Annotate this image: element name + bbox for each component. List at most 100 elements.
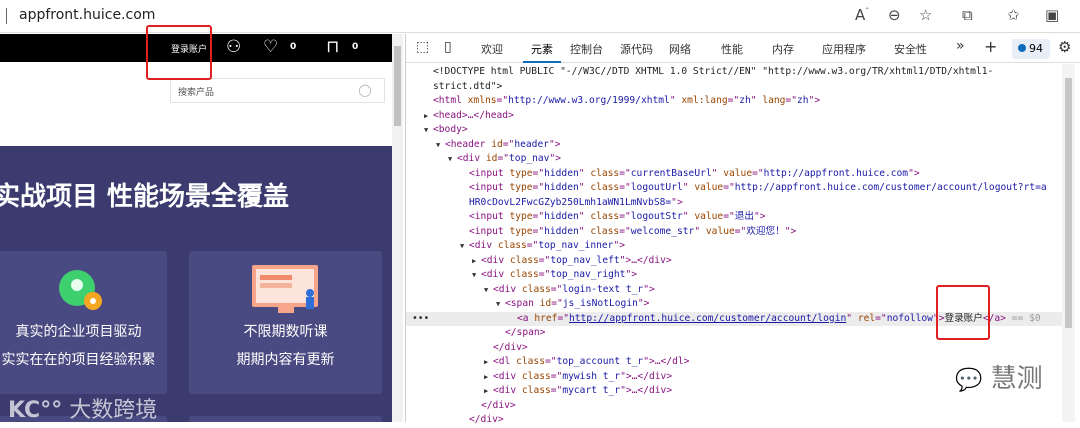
wechat-watermark: 💬 慧测	[955, 358, 1043, 395]
address-divider	[6, 8, 7, 24]
card-title: 不限期数听课	[243, 324, 328, 340]
tab-7[interactable]: 应用程序	[822, 41, 866, 57]
dom-node-line[interactable]: <html xmlns="http://www.w3.org/1999/xhtm…	[406, 94, 1066, 109]
tab-5[interactable]: 性能	[721, 41, 743, 57]
tab-6[interactable]: 内存	[772, 41, 794, 57]
code-token: "	[578, 167, 591, 179]
dom-node-line[interactable]: </div>	[406, 413, 1066, 428]
read-aloud-icon[interactable]: Aˆ	[855, 6, 869, 24]
code-token: <div	[493, 385, 522, 396]
expand-toggle-icon[interactable]: ▼	[484, 283, 493, 298]
zoom-icon[interactable]: ⊖	[888, 6, 901, 24]
code-token: </div>	[493, 341, 528, 353]
code-token: id	[485, 153, 498, 164]
tab-8[interactable]: 安全性	[894, 41, 927, 57]
code-token: value	[723, 167, 753, 179]
dom-node-line[interactable]: ▼ <div class="top_nav_inner">	[406, 239, 1066, 254]
code-token: ="	[532, 167, 545, 179]
code-token: "	[682, 182, 695, 193]
code-token: ">	[643, 283, 655, 295]
expand-toggle-icon[interactable]: ▶	[472, 254, 481, 269]
url-text[interactable]: appfront.huice.com	[19, 7, 155, 23]
settings-gear-icon[interactable]: ⚙	[1058, 38, 1071, 56]
expand-toggle-icon[interactable]: ▶	[424, 109, 433, 124]
scrollbar-thumb[interactable]	[394, 46, 401, 126]
code-token: "	[846, 312, 858, 324]
code-token: <input	[469, 211, 510, 222]
collections-icon[interactable]: ▣	[1045, 6, 1059, 24]
code-token: login-text t_r	[562, 283, 644, 295]
cart-bag-icon[interactable]: ⊓	[326, 37, 339, 57]
scrollbar-thumb[interactable]	[1065, 78, 1072, 328]
favorite-icon[interactable]: ☆	[919, 6, 932, 24]
code-token[interactable]: http://appfront.huice.com/customer/accou…	[569, 313, 846, 324]
dom-node-line[interactable]: <input type="hidden" class="logoutStr" v…	[406, 210, 1066, 225]
code-token: hidden	[544, 182, 579, 193]
tab-2[interactable]: 控制台	[570, 41, 603, 57]
search-input[interactable]: 搜索产品 ○	[170, 78, 385, 103]
code-token: ="	[785, 95, 797, 106]
code-token: ">	[625, 269, 637, 280]
tab-4[interactable]: 网络	[669, 41, 691, 57]
expand-toggle-icon[interactable]: ▼	[424, 123, 433, 138]
expand-toggle-icon[interactable]: ▼	[448, 152, 457, 167]
code-token: type	[509, 167, 533, 179]
extensions-icon[interactable]: ⧉	[962, 6, 973, 24]
search-icon[interactable]: ○	[358, 80, 372, 99]
code-token: </div>	[481, 399, 516, 411]
expand-toggle-icon[interactable]: ▶	[484, 384, 493, 399]
code-token: ="	[723, 211, 735, 222]
dom-node-line[interactable]: ▶ <head>…</head>	[406, 109, 1066, 124]
card-title: 真实的企业项目驱动	[15, 324, 142, 340]
device-emulation-icon[interactable]: ▯	[444, 39, 452, 55]
expand-toggle-icon[interactable]: ▼	[436, 138, 445, 153]
dom-node-line[interactable]: </div>	[406, 341, 1066, 356]
code-token: ="	[526, 240, 539, 251]
code-token: "	[578, 182, 591, 193]
dom-node-line[interactable]: <input type="hidden" class="logoutUrl" v…	[406, 181, 1066, 196]
web-page: 登录账户 ⚇ ♡ 0 ⊓ 0 搜索产品 ○ 实战项目 性能场景全覆盖 真实的企业…	[0, 34, 403, 422]
add-tab-icon[interactable]: +	[984, 37, 997, 56]
expand-toggle-icon[interactable]: ▶	[484, 355, 493, 370]
dom-node-line[interactable]: strict.dtd">	[406, 80, 1066, 95]
code-token: top_nav_right	[550, 269, 626, 280]
code-token: class	[590, 211, 620, 222]
favorites-icon[interactable]: ✩	[1007, 6, 1020, 24]
dom-node-line[interactable]: </div>	[406, 399, 1066, 414]
dom-node-line[interactable]: ▼ <body>	[406, 123, 1066, 138]
dom-node-line[interactable]: ▼ <header id="header">	[406, 138, 1066, 153]
dom-node-line[interactable]: <input type="hidden" class="currentBaseU…	[406, 167, 1066, 182]
code-token: "	[578, 211, 591, 222]
expand-toggle-icon[interactable]: ▼	[472, 268, 481, 283]
dom-node-line[interactable]: ▼ <div class="top_nav_right">	[406, 268, 1066, 283]
wishlist-heart-icon[interactable]: ♡	[263, 37, 278, 57]
code-token: <dl	[493, 356, 517, 367]
dom-node-line[interactable]: ▼ <div id="top_nav">	[406, 152, 1066, 167]
code-token: top_nav_inner	[538, 240, 614, 251]
expand-toggle-icon[interactable]: ▶	[484, 370, 493, 385]
inspect-element-icon[interactable]: ⬚	[416, 39, 429, 55]
code-token: <a	[517, 312, 535, 324]
page-scrollbar[interactable]	[392, 34, 403, 422]
dom-node-line[interactable]: <input type="hidden" class="welcome_str"…	[406, 225, 1066, 240]
tab-0[interactable]: 欢迎	[481, 41, 503, 57]
code-token: ">	[753, 211, 766, 222]
dom-node-line[interactable]: ▶ <div class="top_nav_left">…</div>	[406, 254, 1066, 269]
dom-node-line[interactable]: <!DOCTYPE html PUBLIC "-//W3C//DTD XHTML…	[406, 65, 1066, 80]
expand-toggle-icon[interactable]: ▼	[460, 239, 469, 254]
issues-badge[interactable]: 94	[1012, 39, 1050, 59]
node-actions-icon[interactable]: •••	[412, 312, 429, 327]
wish-count: 0	[290, 42, 297, 52]
code-token: class	[590, 182, 620, 193]
expand-toggle-icon[interactable]: ▼	[496, 297, 505, 312]
code-token: http://appfront.huice.com/customer/accou…	[734, 182, 1047, 193]
more-tabs-icon[interactable]: »	[956, 38, 965, 54]
tab-3[interactable]: 源代码	[620, 41, 653, 57]
devtools-scrollbar[interactable]	[1062, 64, 1075, 422]
user-icon[interactable]: ⚇	[226, 37, 241, 57]
code-token: ="	[752, 167, 764, 179]
tab-1[interactable]: 元素	[523, 41, 561, 63]
code-token: type	[509, 211, 533, 222]
code-token: "	[750, 95, 763, 106]
dom-node-line[interactable]: HR0cDovL2FwcGZyb250Lmh1aWN1LmNvbS8=">	[406, 196, 1066, 211]
